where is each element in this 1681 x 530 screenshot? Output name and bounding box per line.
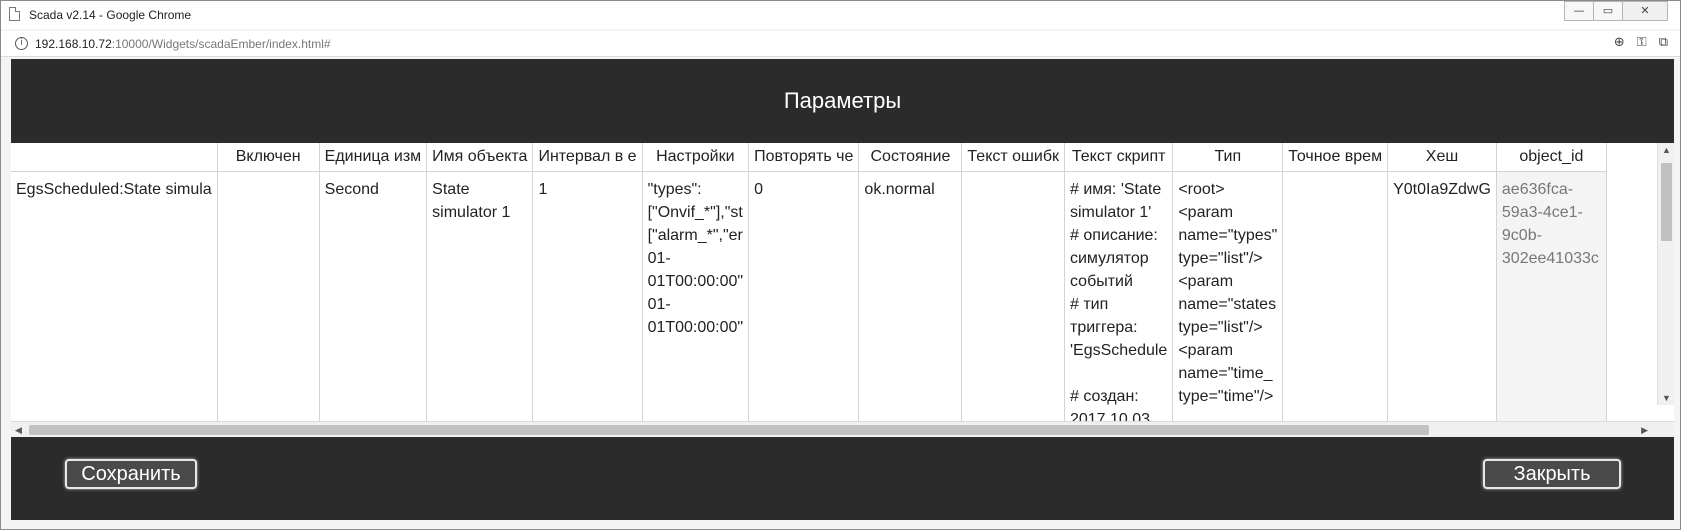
table-header-row: Включен Единица изм Имя объекта Интервал… <box>11 143 1607 172</box>
cell-line: State <box>432 180 470 198</box>
cell-line: <param <box>1178 203 1234 221</box>
cell-line: 01T00:00:00" <box>647 272 744 290</box>
cell-repeat[interactable]: 0 <box>748 171 860 421</box>
cell-line: 2017.10.03 <box>1069 410 1151 422</box>
cell-state[interactable]: ok.normal <box>858 171 963 421</box>
cell-line: <param <box>1178 272 1234 290</box>
cell-line: ["alarm_*","er <box>647 226 743 244</box>
cell-line: 59a3-4ce1- <box>1501 203 1583 221</box>
cell-line: name="states <box>1178 295 1277 313</box>
cell-line: # описание: <box>1069 226 1158 244</box>
cell-line: 01- <box>647 249 671 267</box>
cell-line: 01- <box>647 295 671 313</box>
cell-script-text[interactable]: # имя: 'State simulator 1' # описание: с… <box>1064 171 1174 422</box>
cell-line: # имя: 'State <box>1069 180 1162 198</box>
horizontal-scroll-thumb[interactable] <box>29 425 1429 435</box>
address-bar-icons: ⊕ ⚿ ⧉ <box>1614 35 1668 50</box>
cell-exact-time[interactable] <box>1282 171 1389 421</box>
cell-line: 'EgsSchedule <box>1069 341 1168 359</box>
scroll-left-icon[interactable]: ◀ <box>15 425 22 436</box>
column-header-exact-time[interactable]: Точное врем <box>1282 143 1389 172</box>
column-header-error-text[interactable]: Текст ошибк <box>961 143 1065 172</box>
cell-line: "types": <box>647 180 702 198</box>
title-bar: Scada v2.14 - Google Chrome — ▭ ✕ <box>1 1 1680 29</box>
parameters-grid: Включен Единица изм Имя объекта Интервал… <box>11 143 1674 421</box>
table-row[interactable]: EgsScheduled:State simula Second State s… <box>11 171 1607 422</box>
translate-icon[interactable]: ⧉ <box>1659 35 1668 50</box>
vertical-scrollbar[interactable]: ▲ ▼ <box>1657 143 1674 405</box>
restore-button[interactable]: ▭ <box>1593 1 1623 21</box>
cell-line: <root> <box>1178 180 1225 198</box>
cell-line: ["Onvif_*"],"st <box>647 203 743 221</box>
column-header[interactable] <box>11 143 218 172</box>
cell-error-text[interactable] <box>961 171 1065 421</box>
cell-line: type="time"/> <box>1178 387 1274 405</box>
scroll-down-icon[interactable]: ▼ <box>1662 393 1671 403</box>
cell-line: 9c0b- <box>1501 226 1542 244</box>
cell-unit[interactable]: Second <box>319 171 428 421</box>
cell-line: событий <box>1069 272 1133 290</box>
cell-name[interactable]: EgsScheduled:State simula <box>11 171 218 421</box>
parameters-table: Включен Единица изм Имя объекта Интервал… <box>11 143 1607 421</box>
cell-line: type="list"/> <box>1178 318 1263 336</box>
cell-hash[interactable]: Y0t0Ia9ZdwG <box>1387 171 1497 421</box>
cell-line <box>1070 362 1167 385</box>
cell-line: # создан: <box>1069 387 1139 405</box>
cell-object-name[interactable]: State simulator 1 <box>426 171 534 421</box>
column-header-object-id[interactable]: object_id <box>1496 143 1607 172</box>
minimize-button[interactable]: — <box>1564 1 1594 21</box>
cell-line: ae636fca- <box>1501 180 1574 198</box>
cell-line: <param <box>1178 341 1234 359</box>
cell-line: 01T00:00:00" <box>647 318 744 336</box>
column-header-object-name[interactable]: Имя объекта <box>426 143 534 172</box>
dialog-title: Параметры <box>783 88 902 113</box>
close-window-button[interactable]: ✕ <box>1622 1 1668 21</box>
column-header-unit[interactable]: Единица изм <box>319 143 428 172</box>
scroll-up-icon[interactable]: ▲ <box>1662 145 1671 155</box>
page-icon <box>9 7 20 21</box>
cell-line: type="list"/> <box>1178 249 1263 267</box>
column-header-script-text[interactable]: Текст скрипт <box>1064 143 1174 172</box>
column-header-interval[interactable]: Интервал в е <box>532 143 643 172</box>
info-icon[interactable]: i <box>15 37 28 50</box>
scroll-right-icon[interactable]: ▶ <box>1641 425 1648 436</box>
address-bar[interactable]: i 192.168.10.72:10000/Widgets/scadaEmber… <box>1 31 1680 57</box>
column-header-hash[interactable]: Хеш <box>1387 143 1497 172</box>
cell-line: # тип <box>1069 295 1109 313</box>
window-controls: — ▭ ✕ <box>1564 1 1668 21</box>
cell-settings[interactable]: "types": ["Onvif_*"],"st ["alarm_*","er … <box>642 171 750 421</box>
window-title: Scada v2.14 - Google Chrome <box>29 8 192 22</box>
column-header-enabled[interactable]: Включен <box>217 143 320 172</box>
cell-object-id[interactable]: ae636fca- 59a3-4ce1- 9c0b- 302ee41033c <box>1496 171 1607 421</box>
cell-line: триггера: <box>1069 318 1138 336</box>
vertical-scroll-thumb[interactable] <box>1661 163 1672 241</box>
cell-line: simulator 1' <box>1069 203 1152 221</box>
browser-window: Scada v2.14 - Google Chrome — ▭ ✕ i 192.… <box>0 0 1681 530</box>
url-text[interactable]: 192.168.10.72:10000/Widgets/scadaEmber/i… <box>35 37 331 51</box>
cell-enabled[interactable] <box>217 171 320 421</box>
save-button[interactable]: Сохранить <box>65 459 197 489</box>
url-path: :10000/Widgets/scadaEmber/index.html# <box>111 37 331 51</box>
cell-line: name="types" <box>1178 226 1278 244</box>
key-icon[interactable]: ⚿ <box>1637 35 1647 50</box>
zoom-icon[interactable]: ⊕ <box>1614 35 1625 50</box>
cell-line: 302ee41033c <box>1501 249 1599 267</box>
cell-line: симулятор <box>1069 249 1149 267</box>
parameters-dialog: Параметры Включен Единица изм Имя объект… <box>11 59 1674 520</box>
cell-type[interactable]: <root> <param name="types" type="list"/>… <box>1172 171 1284 421</box>
column-header-repeat[interactable]: Повторять че <box>748 143 860 172</box>
horizontal-scrollbar[interactable]: ◀ ▶ <box>11 421 1674 437</box>
column-header-settings[interactable]: Настройки <box>642 143 750 172</box>
cell-line: name="time_ <box>1178 364 1273 382</box>
column-header-state[interactable]: Состояние <box>858 143 963 172</box>
column-header-type[interactable]: Тип <box>1172 143 1284 172</box>
url-host: 192.168.10.72 <box>35 37 112 51</box>
cell-line: simulator 1 <box>432 203 511 221</box>
close-button[interactable]: Закрыть <box>1483 459 1621 489</box>
cell-interval[interactable]: 1 <box>532 171 643 421</box>
